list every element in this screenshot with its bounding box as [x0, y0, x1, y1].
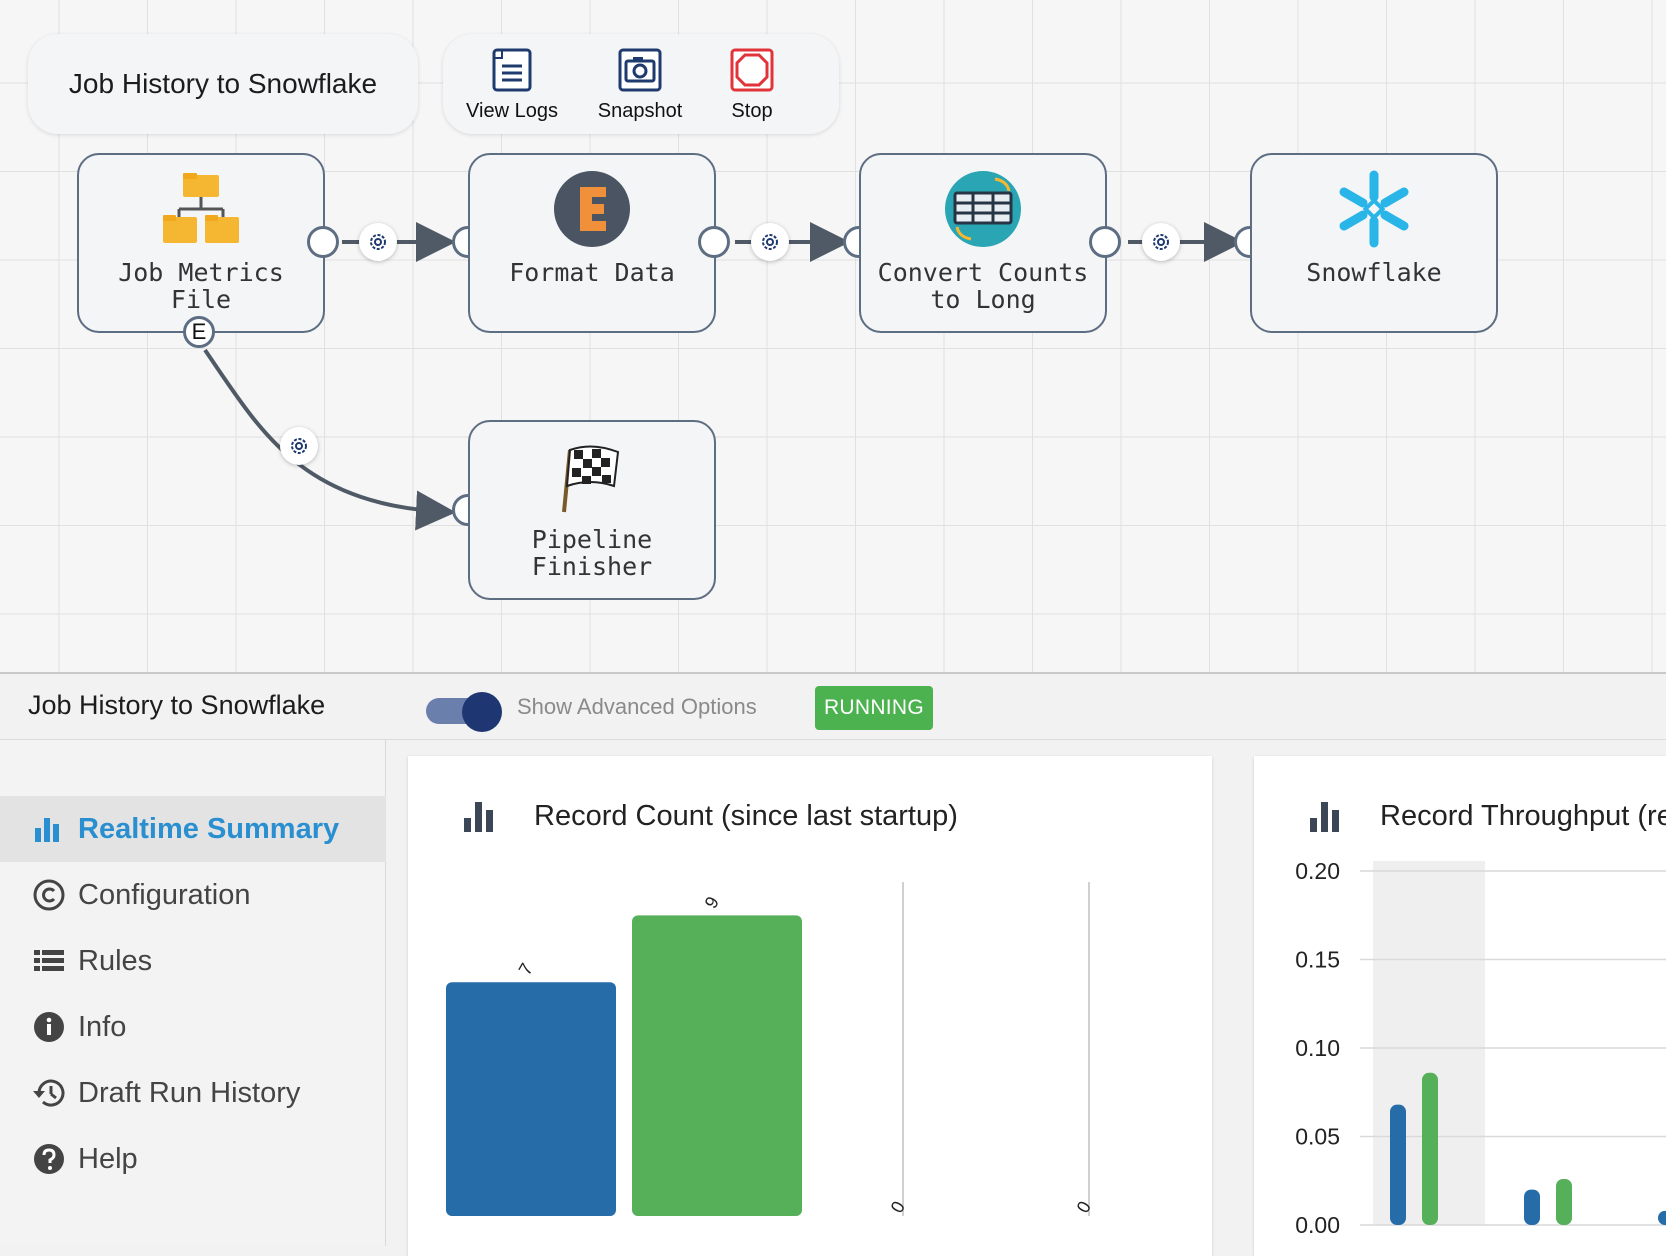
advanced-options-toggle[interactable] [426, 692, 502, 732]
toggle-knob [462, 692, 502, 732]
sidebar-item-label: Realtime Summary [78, 812, 340, 845]
sidebar-item-info[interactable]: Info [0, 994, 386, 1060]
sidebar-item-label: Configuration [78, 878, 251, 911]
advanced-options-label: Show Advanced Options [517, 694, 757, 719]
copyright-circle-icon [32, 878, 66, 912]
y-tick-label: 0.10 [1295, 1035, 1340, 1061]
stage-label: Snowflake [1306, 258, 1442, 287]
expression-evaluator-icon [554, 171, 630, 247]
gear-icon [762, 234, 778, 250]
gear-icon [291, 438, 307, 454]
bar [1524, 1189, 1540, 1225]
stop-label: Stop [731, 100, 773, 122]
sidebar-item-label: Rules [78, 944, 153, 977]
folder-tree-icon [163, 173, 239, 243]
stage-job-metrics-file[interactable]: Job Metrics File [77, 153, 325, 333]
list-icon [32, 944, 66, 978]
stop-button[interactable]: Stop [692, 48, 812, 123]
sidebar-item-label: Help [78, 1142, 138, 1175]
pipeline-title: Job History to Snowflake [68, 68, 378, 99]
history-icon [32, 1076, 66, 1110]
sidebar-item-draft-run-history[interactable]: Draft Run History [0, 1060, 386, 1126]
sidebar-item-configuration[interactable]: Configuration [0, 862, 386, 928]
view-logs-button[interactable]: View Logs [452, 48, 572, 123]
bar [1422, 1072, 1438, 1225]
bar-chart-icon [32, 812, 66, 846]
y-tick-label: 0.05 [1295, 1124, 1340, 1150]
edge-gear-button[interactable] [1142, 223, 1180, 261]
data-label: 9 [701, 893, 723, 912]
stop-icon [730, 48, 774, 92]
y-tick-label: 0.20 [1295, 858, 1340, 884]
snapshot-label: Snapshot [597, 100, 683, 122]
summary-main: Record Count (since last startup) 7900 R… [386, 740, 1666, 1256]
bar [446, 982, 616, 1216]
stage-format-data[interactable]: Format Data [468, 153, 716, 333]
sidebar-item-label: Draft Run History [78, 1076, 301, 1109]
stage-label: Pipeline Finisher [531, 525, 653, 581]
y-tick-label: 0.00 [1295, 1212, 1340, 1238]
pipeline-name: Job History to Snowflake [28, 690, 326, 720]
output-port[interactable] [1089, 226, 1121, 258]
output-port[interactable] [307, 226, 339, 258]
view-logs-label: View Logs [466, 100, 558, 122]
summary-sidebar: Realtime Summary Configuration Rules Inf… [0, 740, 386, 1246]
data-label: 7 [515, 960, 537, 979]
gear-icon [1153, 234, 1169, 250]
pipeline-canvas[interactable]: Job History to Snowflake View Logs Snaps… [0, 0, 1666, 672]
bar [1390, 1104, 1406, 1225]
bar [1658, 1210, 1666, 1225]
stage-label: Format Data [509, 258, 675, 287]
field-type-converter-icon [945, 171, 1021, 247]
error-port[interactable]: E [183, 316, 215, 348]
edge-gear-button[interactable] [359, 223, 397, 261]
checkered-flag-icon [562, 445, 620, 513]
snapshot-button[interactable]: Snapshot [580, 48, 700, 123]
record-count-panel: Record Count (since last startup) 7900 [408, 756, 1212, 1256]
data-label: 0 [1073, 1198, 1095, 1217]
bar [632, 915, 802, 1216]
sidebar-item-rules[interactable]: Rules [0, 928, 386, 994]
stage-snowflake[interactable]: Snowflake [1250, 153, 1498, 333]
sidebar-item-realtime-summary[interactable]: Realtime Summary [0, 796, 386, 862]
record-throughput-panel: Record Throughput (re 0.20 0.15 0.10 0.05 0.… [1254, 756, 1666, 1256]
gear-icon [370, 234, 386, 250]
status-badge: RUNNING [815, 686, 933, 730]
y-tick-label: 0.15 [1295, 947, 1340, 973]
stage-convert-counts[interactable]: Convert Counts to Long [859, 153, 1107, 333]
stage-label: Job Metrics File [118, 258, 284, 314]
sidebar-item-label: Info [78, 1010, 127, 1043]
record-count-chart[interactable]: 7 9 0 0 [408, 756, 1212, 1256]
question-icon [32, 1142, 66, 1176]
pipeline-toolbar: View Logs Snapshot Stop [443, 34, 839, 134]
edge-line[interactable] [203, 348, 456, 531]
edge-gear-button[interactable] [280, 427, 318, 465]
sidebar-item-help[interactable]: Help [0, 1126, 386, 1192]
info-icon [32, 1010, 66, 1044]
document-icon [492, 48, 532, 92]
data-label: 0 [887, 1198, 909, 1217]
stage-pipeline-finisher[interactable]: Pipeline Finisher [468, 420, 716, 600]
snowflake-icon [1339, 170, 1409, 248]
stage-label: Convert Counts to Long [877, 258, 1089, 314]
bar [1556, 1178, 1572, 1225]
edge-gear-button[interactable] [751, 223, 789, 261]
pipeline-title-card: Job History to Snowflake [28, 34, 418, 134]
camera-icon [618, 48, 662, 92]
output-port[interactable] [698, 226, 730, 258]
summary-header-bar: Job History to Snowflake Show Advanced O… [0, 672, 1666, 740]
record-throughput-chart[interactable]: 0.20 0.15 0.10 0.05 0.00 [1254, 756, 1666, 1256]
